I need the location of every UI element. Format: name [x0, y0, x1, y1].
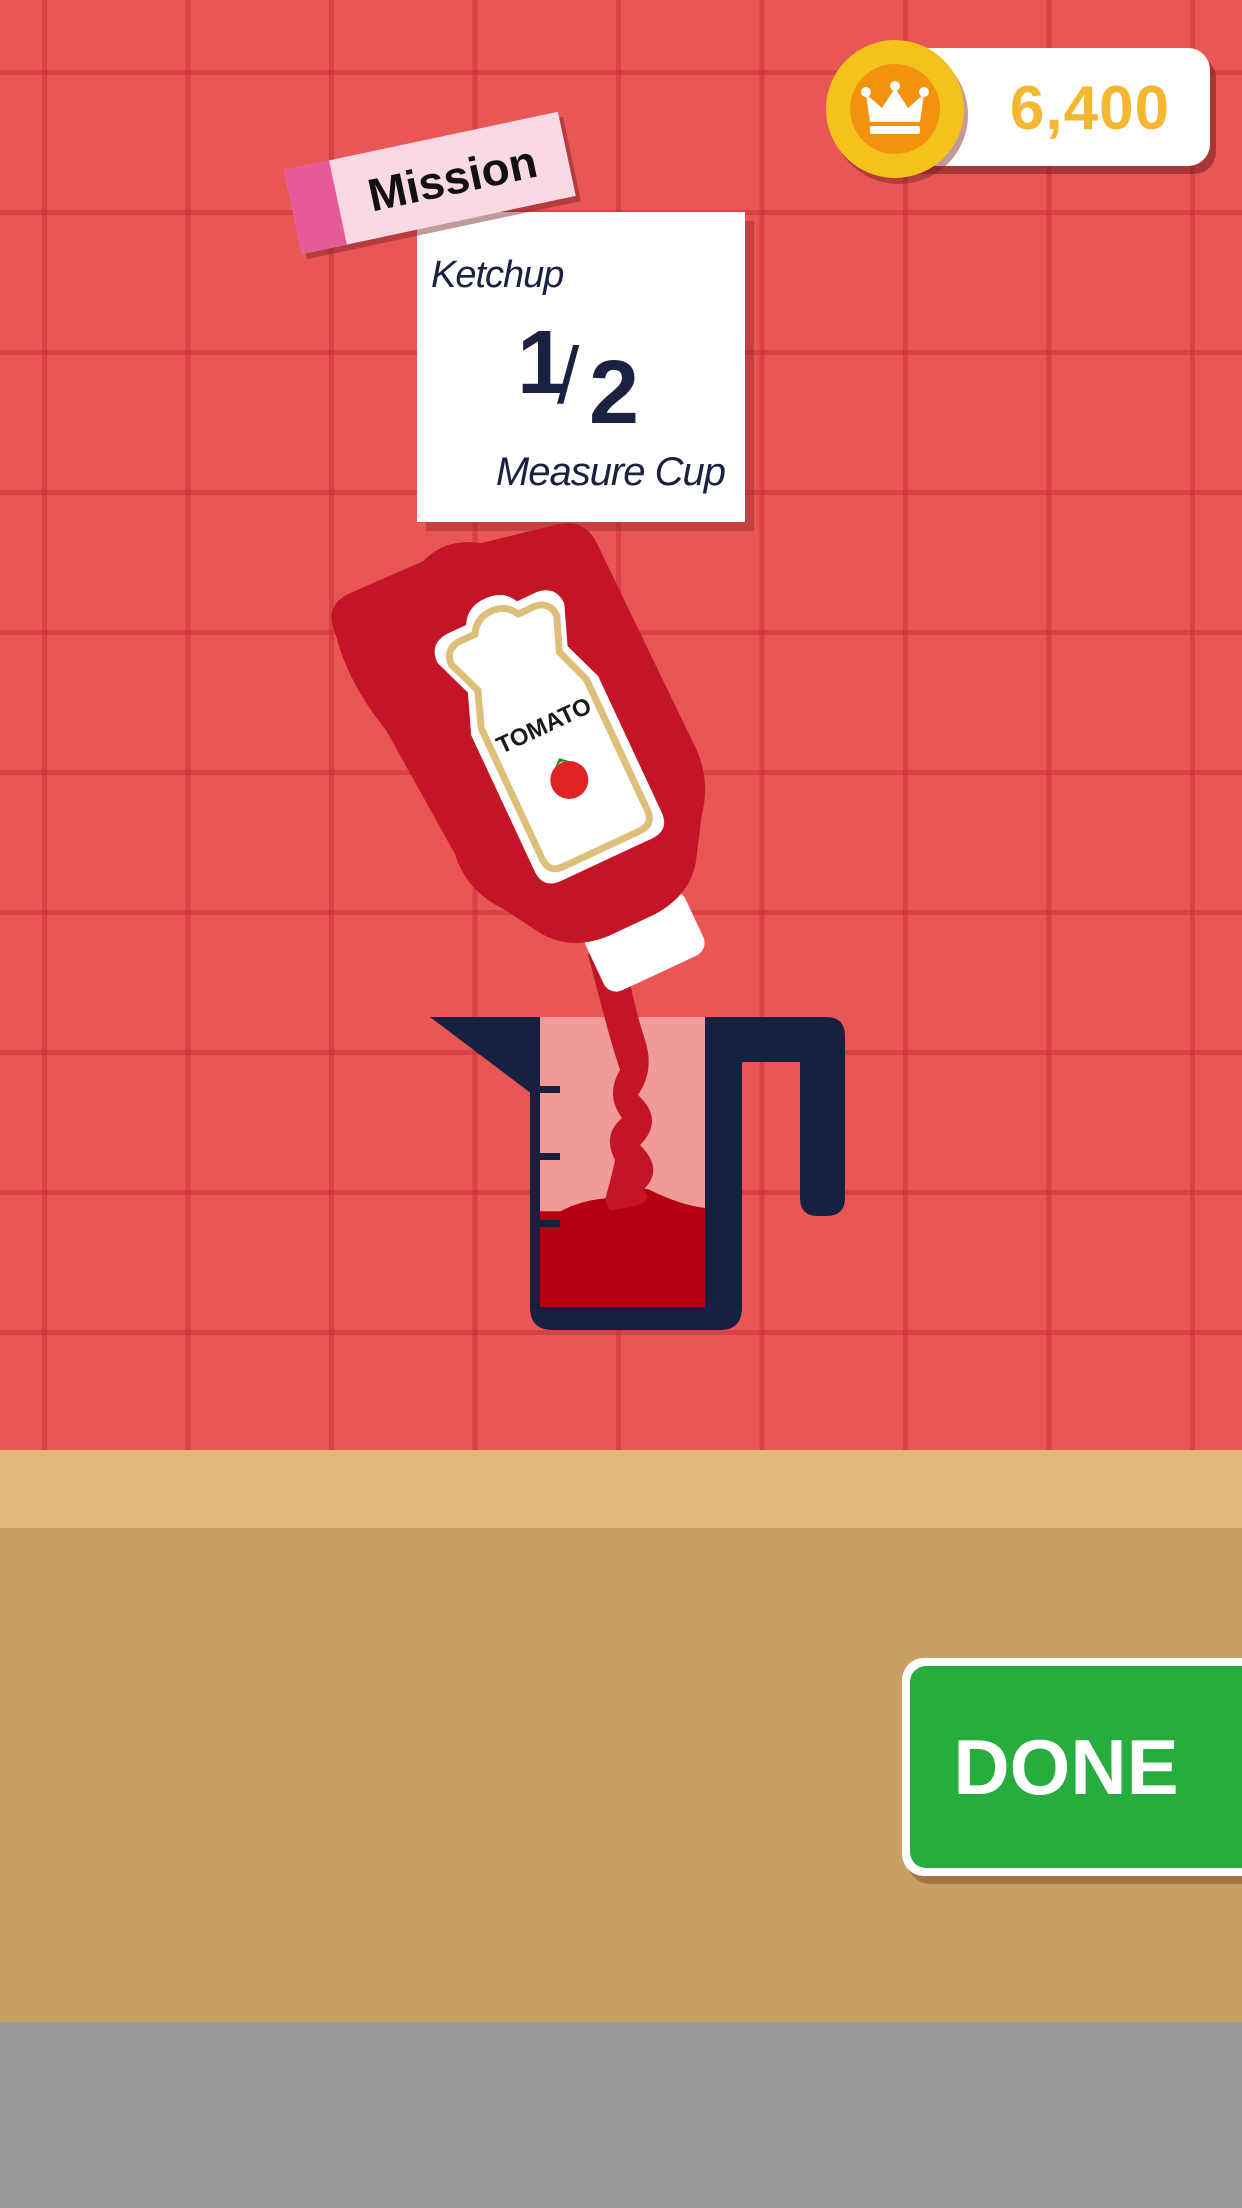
pouring-scene: TOMATO: [318, 486, 845, 1330]
done-button[interactable]: DONE: [902, 1658, 1242, 1876]
done-button-face[interactable]: DONE: [910, 1666, 1242, 1868]
done-button-label: DONE: [953, 1723, 1179, 1811]
floor: [0, 2022, 1242, 2208]
cup-mark-2: [530, 1153, 560, 1160]
cup-mark-3: [530, 1220, 560, 1227]
counter-top: [0, 1450, 1242, 1528]
cup-mark-1: [530, 1086, 560, 1093]
ketchup-bottle[interactable]: TOMATO: [318, 486, 776, 1038]
